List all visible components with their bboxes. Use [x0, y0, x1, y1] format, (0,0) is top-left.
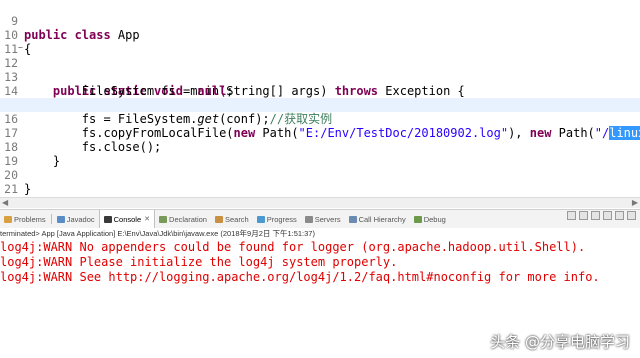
clear-console-icon[interactable] — [591, 211, 600, 220]
scroll-left-icon[interactable]: ◀ — [2, 198, 8, 208]
remove-launch-icon[interactable] — [579, 211, 588, 220]
view-tab-bar: Problems Javadoc Console ✕ Declaration S… — [0, 209, 640, 229]
code-line[interactable]: 18 } — [0, 126, 640, 168]
tab-label: Console — [113, 214, 142, 224]
close-icon[interactable]: ✕ — [144, 215, 150, 223]
problems-icon — [4, 215, 12, 223]
code-line[interactable]: 19 — [0, 140, 640, 168]
pin-console-icon[interactable] — [615, 211, 624, 220]
code-line[interactable]: 13 FileSystem fs = null; — [0, 56, 640, 98]
code-line[interactable]: 12 − public static void main(String[] ar… — [0, 42, 640, 99]
tab-call-hierarchy[interactable]: Call Hierarchy — [345, 210, 410, 228]
console-process-header: terminated> App [Java Application] E:\En… — [0, 228, 640, 240]
code-line[interactable]: 11 — [0, 28, 640, 56]
code-line[interactable]: 15 fs = FileSystem.get(conf);//获取实例 — [0, 84, 640, 126]
console-line: log4j:WARN Please initialize the log4j s… — [0, 255, 398, 269]
tab-label: Problems — [14, 214, 46, 224]
tab-label: Javadoc — [66, 214, 95, 224]
current-code-line[interactable]: 16 fs.copyFromLocalFile(new Path("E:/Env… — [0, 98, 640, 140]
tab-javadoc[interactable]: Javadoc — [53, 210, 99, 228]
code-line[interactable]: 14 Configuration conf = new Configuratio… — [0, 70, 640, 112]
tab-console[interactable]: Console ✕ — [98, 209, 156, 229]
tab-label: Progress — [266, 214, 297, 224]
console-line: log4j:WARN See http://logging.apache.org… — [0, 270, 600, 284]
tab-label: Call Hierarchy — [358, 214, 406, 224]
terminate-icon[interactable] — [567, 211, 576, 220]
servers-icon — [304, 215, 313, 223]
progress-icon — [256, 215, 265, 223]
code-line[interactable]: 10 { — [0, 14, 640, 56]
tab-search[interactable]: Search — [211, 210, 253, 228]
tab-problems[interactable]: Problems — [0, 210, 50, 228]
code-line[interactable]: 21 — [0, 168, 640, 196]
scroll-lock-icon[interactable] — [603, 211, 612, 220]
code-editor[interactable]: 9 public class App 10 { 11 12 − public s… — [0, 0, 640, 197]
code-line[interactable]: 9 public class App — [0, 0, 640, 42]
fold-marker-icon[interactable]: − — [18, 44, 24, 52]
tab-separator — [50, 214, 52, 224]
horizontal-scrollbar[interactable]: ◀ ▶ — [0, 197, 640, 208]
tab-debug[interactable]: Debug — [410, 210, 450, 228]
declaration-icon — [159, 215, 168, 223]
code-line[interactable]: 20 } — [0, 154, 640, 196]
tab-servers[interactable]: Servers — [301, 210, 345, 228]
tab-label: Search — [224, 214, 249, 224]
tab-declaration[interactable]: Declaration — [155, 210, 211, 228]
javadoc-icon — [56, 215, 65, 223]
display-console-icon[interactable] — [627, 211, 636, 220]
tab-label: Declaration — [169, 214, 207, 224]
code-line[interactable]: 17 fs.close(); — [0, 112, 640, 154]
watermark: 头条 @分享电脑学习 — [490, 333, 630, 351]
tab-label: Debug — [423, 214, 446, 224]
console-icon — [103, 215, 112, 223]
console-line: log4j:WARN No appenders could be found f… — [0, 240, 586, 254]
tab-label: Servers — [314, 214, 341, 224]
tab-progress[interactable]: Progress — [253, 210, 301, 228]
scroll-right-icon[interactable]: ▶ — [632, 198, 638, 208]
call-hierarchy-icon — [348, 215, 357, 223]
debug-icon — [413, 215, 422, 223]
search-icon — [214, 215, 223, 223]
line-number: 21 — [4, 182, 18, 196]
console-toolbar — [567, 211, 636, 220]
